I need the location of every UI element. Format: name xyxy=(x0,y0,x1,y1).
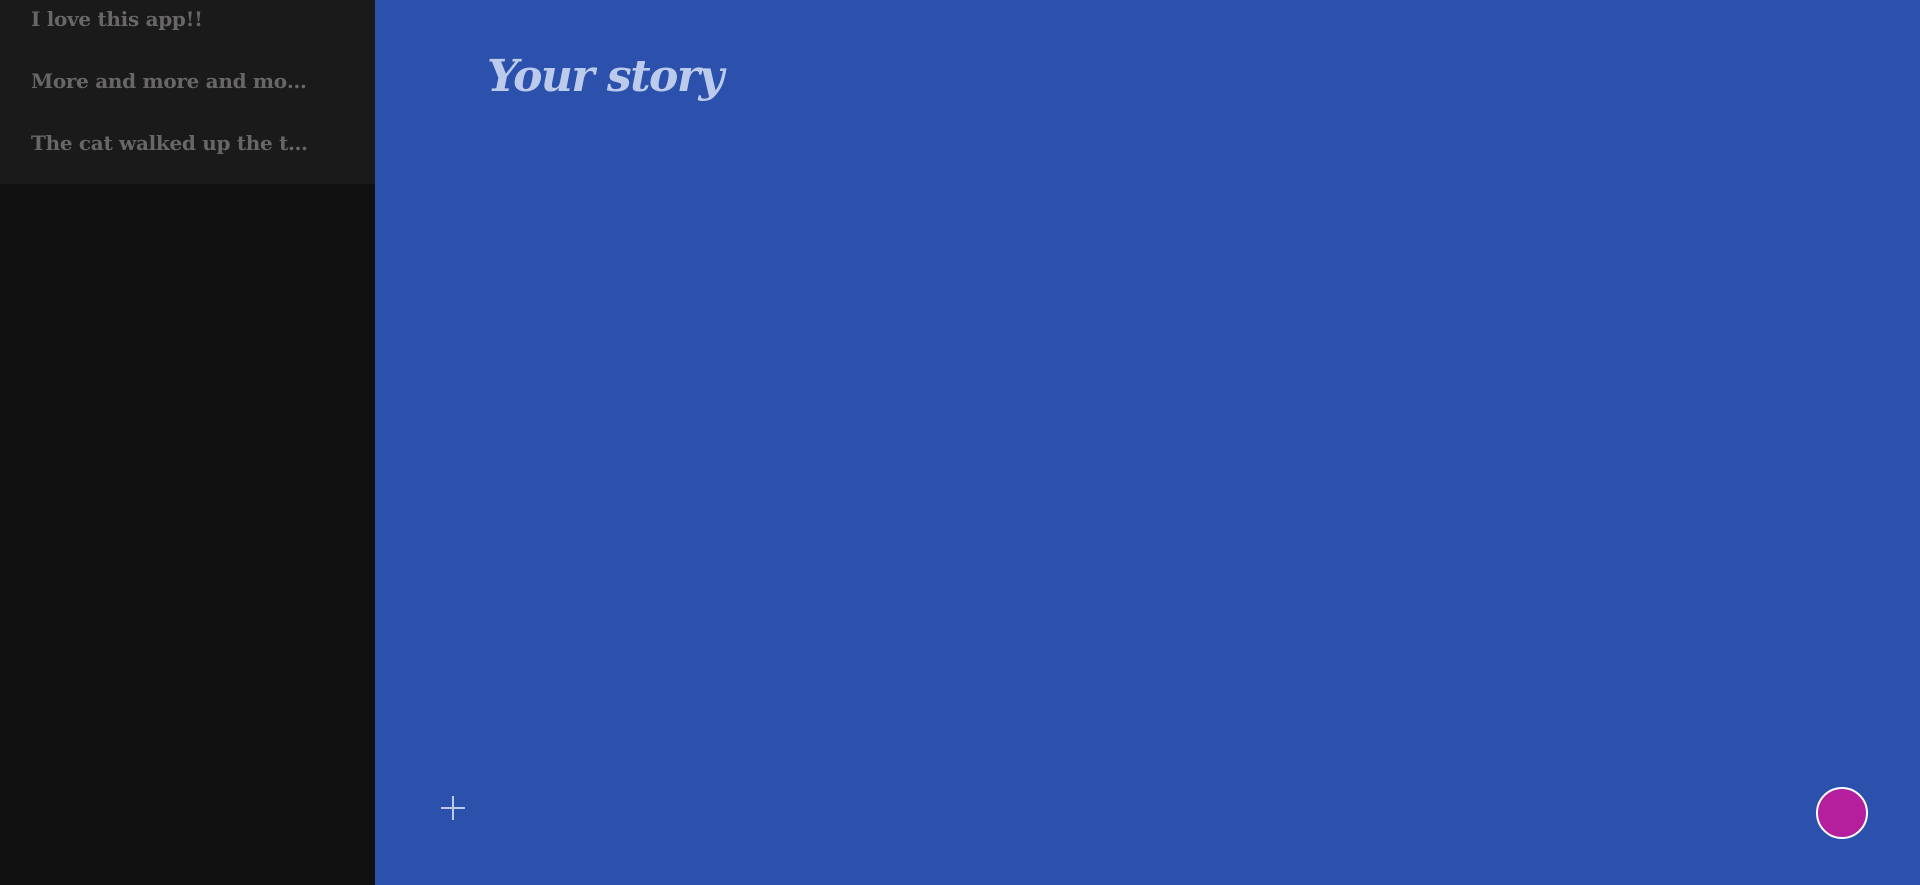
story-list: I love this app!! More and more and more… xyxy=(0,0,375,184)
story-list-item[interactable]: The cat walked up the tree xyxy=(0,124,344,186)
story-editor xyxy=(375,0,1920,885)
app-root: I love this app!! More and more and more… xyxy=(0,0,1920,885)
story-list-item[interactable]: I love this app!! xyxy=(0,0,344,62)
plus-icon[interactable] xyxy=(439,794,467,822)
floating-action-button[interactable] xyxy=(1816,787,1868,839)
story-list-item[interactable]: More and more and more and... xyxy=(0,62,344,124)
story-title-input[interactable] xyxy=(487,46,1387,106)
sidebar: I love this app!! More and more and more… xyxy=(0,0,375,885)
